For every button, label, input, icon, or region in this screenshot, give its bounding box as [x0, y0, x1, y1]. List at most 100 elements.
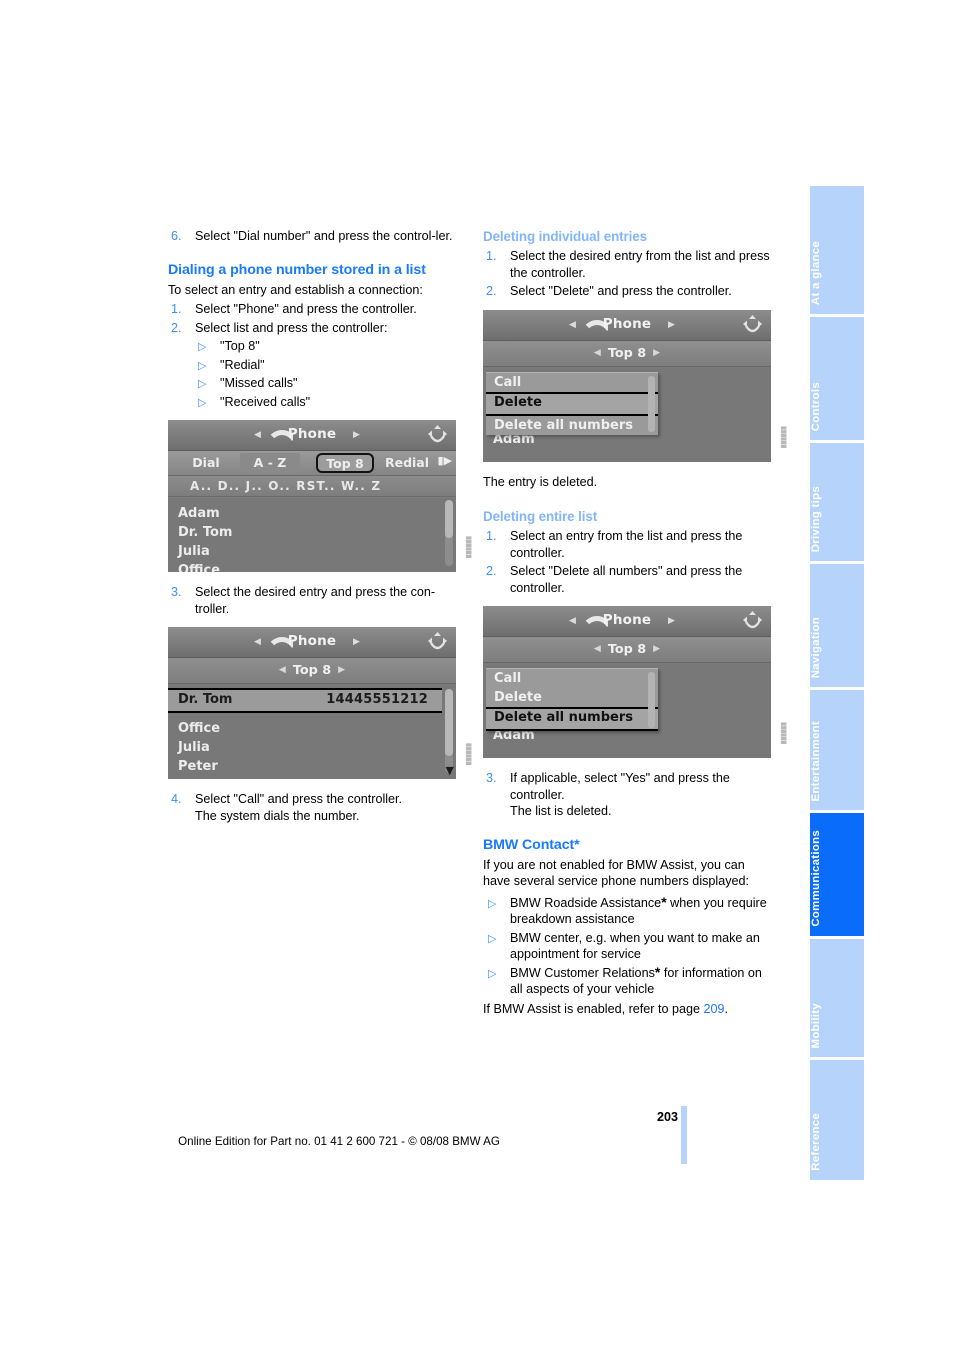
sidebar-tab-label: Controls	[810, 381, 822, 431]
item-text: BMW center, e.g. when you want to make a…	[510, 930, 760, 962]
step-3-yes-list: 3. If applicable, select "Yes" and press…	[483, 770, 771, 820]
idrive-tab-redial[interactable]: Redial	[378, 453, 436, 473]
heading-bmw-contact: BMW Contact*	[483, 836, 580, 853]
sidebar-tab-driving-tips[interactable]: Driving tips	[810, 443, 864, 561]
step-number: 3.	[171, 585, 182, 599]
list-item[interactable]: Office	[168, 561, 456, 572]
figure-code: ██████	[781, 722, 786, 744]
footer-accent-bar	[681, 1106, 687, 1164]
left-column: 6. Select "Dial number" and press the co…	[168, 228, 471, 826]
menu-item-call[interactable]: Call	[486, 669, 658, 688]
heading-dialing-stored-list: Dialing a phone number stored in a list	[168, 261, 426, 278]
idrive-tab-top8[interactable]: Top 8	[316, 453, 374, 473]
step-text: Select the desired entry from the list a…	[510, 249, 770, 280]
step-subtext: The list is deleted.	[510, 804, 612, 818]
step-text: Select "Call" and press the controller.	[195, 792, 403, 806]
idrive-scrollbar[interactable]	[445, 500, 453, 566]
idrive-tab-a-z[interactable]: A - Z	[240, 453, 300, 473]
joystick-svg	[743, 314, 762, 332]
step-text: Select "Delete" and press the controller…	[510, 284, 732, 298]
list-item: 1. Select "Phone" and press the controll…	[168, 301, 456, 318]
menu-item-delete[interactable]: Delete	[486, 391, 658, 416]
menu-scrollbar[interactable]	[648, 375, 655, 432]
screenshot-delete-all-wrapper: ◀ Phone ▶ ◀ Top 8 ▶ Adam Call Delete Del…	[483, 606, 786, 758]
idrive-screenshot-delete-all: ◀ Phone ▶ ◀ Top 8 ▶ Adam Call Delete Del…	[483, 606, 771, 758]
right-arrow-icon[interactable]: ▶	[331, 665, 352, 675]
list-item: 6. Select "Dial number" and press the co…	[168, 228, 456, 245]
sidebar-tab-mobility[interactable]: Mobility	[810, 939, 864, 1057]
list-item[interactable]: Adam	[168, 504, 456, 523]
page-number: 203	[656, 1110, 678, 1124]
step-text: Select "Dial number" and press the contr…	[195, 229, 453, 243]
idrive-status-bar: ◀ Phone ▶	[483, 309, 771, 341]
sidebar-tab-controls[interactable]: Controls	[810, 317, 864, 440]
joystick-icon	[742, 314, 763, 336]
idrive-tab-dial[interactable]: Dial	[178, 453, 234, 473]
chapter-tab-sidebar: At a glance Controls Driving tips Naviga…	[810, 186, 864, 1183]
menu-item-delete-all[interactable]: Delete all numbers	[486, 416, 658, 435]
list-item[interactable]: Julia	[168, 738, 456, 757]
menu-item-delete-all[interactable]: Delete all numbers	[486, 707, 658, 731]
sidebar-tab-at-a-glance[interactable]: At a glance	[810, 186, 864, 314]
list-item: ▷ BMW center, e.g. when you want to make…	[483, 930, 771, 963]
sidebar-tab-reference[interactable]: Reference	[810, 1060, 864, 1180]
idrive-screenshot-az: ◀ Phone ▶ Dial A - Z Top 8 Redial ▮▶ A..…	[168, 420, 456, 572]
step-number: 2.	[171, 320, 182, 335]
left-arrow-icon[interactable]: ◀	[587, 644, 608, 654]
sidebar-tab-navigation[interactable]: Navigation	[810, 564, 864, 687]
right-arrow-icon[interactable]: ▶	[646, 644, 667, 654]
option-label: "Missed calls"	[220, 376, 298, 390]
sidebar-tab-entertainment[interactable]: Entertainment	[810, 690, 864, 810]
menu-item-delete[interactable]: Delete	[486, 688, 658, 707]
option-label: "Received calls"	[220, 394, 311, 409]
idrive-status-bar: ◀ Phone ▶	[168, 627, 456, 658]
list-item[interactable]: Adam	[168, 776, 456, 779]
menu-scrollbar[interactable]	[648, 672, 655, 728]
scroll-down-icon[interactable]: ▼	[446, 764, 454, 777]
triangle-bullet-icon: ▷	[488, 897, 497, 910]
step-number: 6.	[171, 229, 182, 243]
list-item[interactable]: Peter	[168, 757, 456, 776]
left-arrow-icon[interactable]: ◀	[272, 665, 293, 675]
right-arrow-icon: ▶	[353, 637, 360, 647]
sidebar-tab-communications[interactable]: Communications	[810, 813, 864, 936]
list-item[interactable]: Dr. Tom	[168, 523, 456, 542]
sidebar-tab-label: Driving tips	[810, 485, 822, 552]
sidebar-tab-label: Mobility	[810, 1002, 822, 1048]
step-text: Select "Phone" and press the controller.	[195, 302, 417, 316]
tab-pager-icon[interactable]: ▮▶	[437, 454, 452, 467]
idrive-screenshot-top8: ◀ Phone ▶ ◀ Top 8 ▶ 14445551212 Dr. Tom …	[168, 627, 456, 779]
right-arrow-icon[interactable]: ▶	[646, 348, 667, 358]
list-item[interactable]: Julia	[168, 542, 456, 561]
option-label: "Top 8"	[220, 339, 260, 353]
list-item: ▷ BMW Roadside Assistance* when you requ…	[483, 895, 771, 928]
bmw-contact-intro: If you are not enabled for BMW Assist, y…	[483, 857, 750, 889]
scrollbar-thumb[interactable]	[445, 689, 453, 757]
right-arrow-icon: ▶	[668, 319, 675, 330]
list-item: ▷ "Received calls"	[168, 394, 456, 411]
menu-item-call[interactable]: Call	[486, 373, 658, 392]
joystick-icon	[427, 631, 448, 653]
step-number: 3.	[486, 771, 497, 785]
right-arrow-icon: ▶	[668, 616, 675, 626]
idrive-scrollbar[interactable]	[445, 689, 453, 773]
screenshot-delete-wrapper: ◀ Phone ▶ ◀ Top 8 ▶ Adam Call Delete Del…	[483, 309, 786, 462]
list-item: 4. Select "Call" and press the controlle…	[168, 791, 456, 824]
list-item[interactable]: Office	[168, 719, 456, 738]
item-text: BMW Customer Relations	[510, 965, 655, 980]
page-reference-link[interactable]: 209	[704, 1002, 725, 1016]
idrive-tab-row: Dial A - Z Top 8 Redial ▮▶	[168, 451, 456, 476]
list-options: ▷ "Top 8" ▷ "Redial" ▷ "Missed calls" ▷ …	[168, 338, 456, 410]
step-text: Select list and press the controller:	[195, 320, 388, 335]
intro-text: To select an entry and establish a conne…	[168, 282, 423, 297]
idrive-alpha-index[interactable]: A.. D.. J.. O.. RST.. W.. Z	[168, 476, 456, 497]
step-number: 1.	[171, 302, 182, 316]
sidebar-tab-label: At a glance	[810, 240, 822, 305]
list-item: ▷ "Missed calls"	[168, 375, 456, 392]
triangle-bullet-icon: ▷	[488, 932, 497, 945]
list-item-selected[interactable]: 14445551212 Dr. Tom	[168, 688, 442, 713]
list-item: 2. Select list and press the controller:	[168, 320, 456, 337]
step-number: 1.	[486, 249, 497, 263]
scrollbar-thumb[interactable]	[445, 500, 453, 539]
left-arrow-icon[interactable]: ◀	[587, 348, 608, 358]
